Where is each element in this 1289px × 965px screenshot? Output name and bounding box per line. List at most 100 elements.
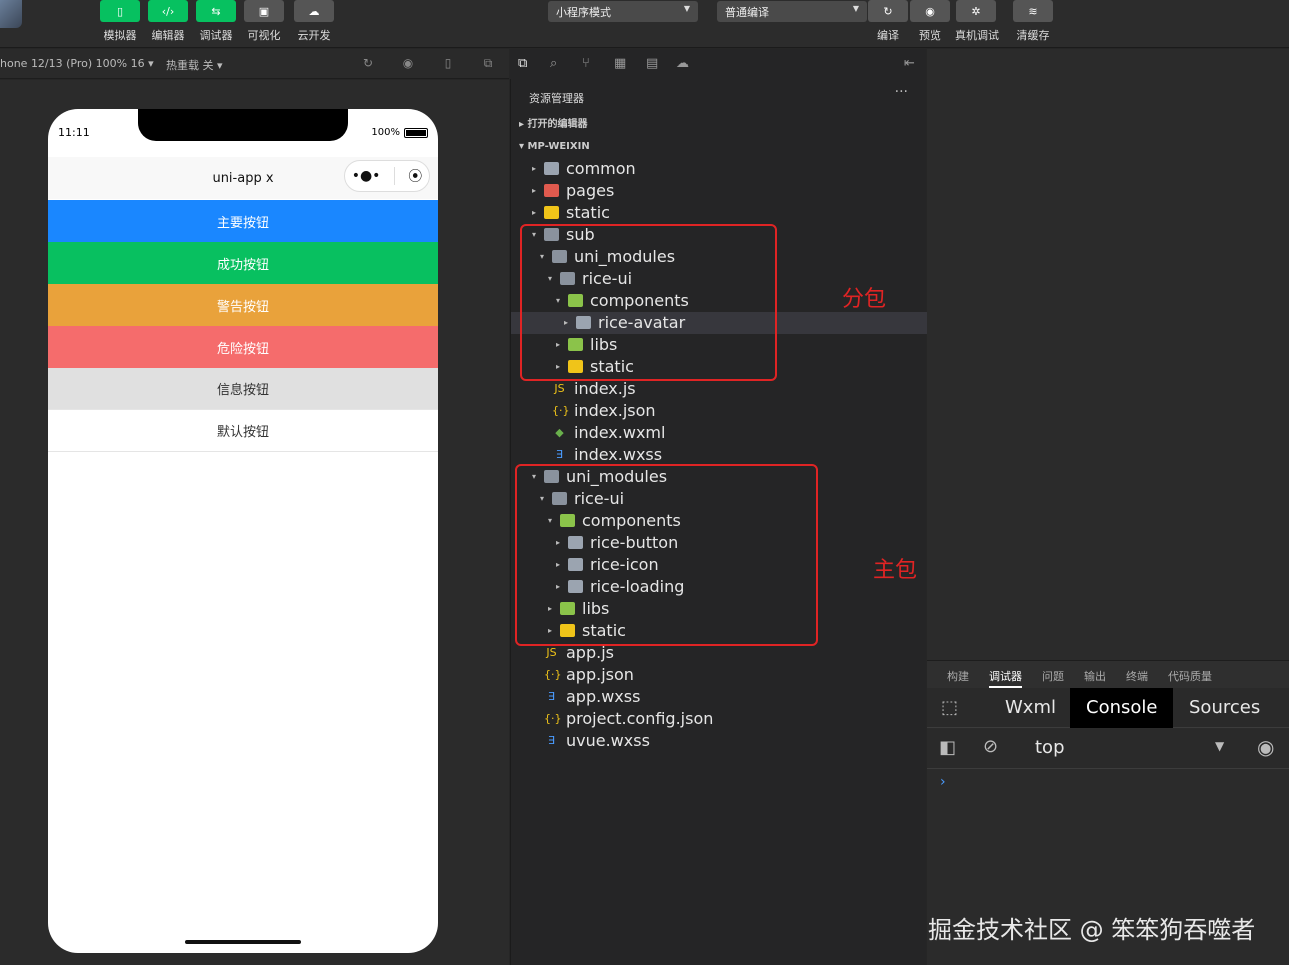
context-select[interactable]: top xyxy=(1035,737,1065,758)
top-toolbar: ▯ 模拟器 ‹/› 编辑器 ⇆ 调试器 ▣ 可视化 ☁ 云开发 小程序模式 ▼ 普通编译 ▼ ↻ 编… xyxy=(0,0,1289,48)
tree-item-label: static xyxy=(566,203,610,222)
toolbar-tool-3[interactable]: ▣ 可视化 xyxy=(243,0,285,43)
battery-icon xyxy=(404,127,428,138)
json-file-icon: {·} xyxy=(544,712,562,725)
collapse-panel-icon[interactable]: ⇤ xyxy=(904,56,915,71)
nav-bar: uni-app x •●• ⦿ xyxy=(48,157,438,199)
sidebar-toggle-icon[interactable]: ◧ xyxy=(939,737,956,758)
main-package-annotation: 主包 xyxy=(873,558,918,583)
toolbar-action-0[interactable]: ↻ 编译 xyxy=(867,0,909,43)
eye-icon[interactable]: ◉ xyxy=(1257,735,1274,759)
tree-item[interactable]: {·} app.json xyxy=(511,664,927,686)
close-circle-icon[interactable]: ⦿ xyxy=(408,166,422,186)
toolbar-action-3[interactable]: ≋ 清缓存 xyxy=(1012,0,1054,43)
more-dots-icon[interactable]: •●• xyxy=(352,168,381,184)
inspect-icon[interactable]: ⬚ xyxy=(941,697,958,718)
search-icon[interactable]: ⌕ xyxy=(550,56,557,71)
devtools-tab[interactable]: 代码质量 xyxy=(1168,668,1212,684)
storage-icon[interactable]: ▤ xyxy=(646,56,658,71)
files-icon[interactable]: ⧉ xyxy=(518,56,527,71)
tree-item[interactable]: ▸ common xyxy=(511,158,927,180)
refresh-icon[interactable]: ↻ xyxy=(868,0,908,22)
phone-icon[interactable]: ▯ xyxy=(100,0,140,22)
tree-item-label: index.js xyxy=(574,379,636,398)
tree-item-label: common xyxy=(566,159,636,178)
tree-item[interactable]: {·} project.config.json xyxy=(511,708,927,730)
toolbar-tool-0[interactable]: ▯ 模拟器 xyxy=(99,0,141,43)
tree-item[interactable]: ◆ index.wxml xyxy=(511,422,927,444)
capsule-divider xyxy=(393,167,395,185)
toolbar-action-1[interactable]: ◉ 预览 xyxy=(909,0,951,43)
chevron-right-icon[interactable]: ▸ xyxy=(529,202,539,224)
record-icon[interactable]: ◉ xyxy=(401,56,415,70)
devtools-tab[interactable]: 调试器 xyxy=(989,668,1022,688)
extensions-icon[interactable]: ▦ xyxy=(614,56,626,71)
toolbar-tool-label: 编辑器 xyxy=(151,29,185,42)
mode-select[interactable]: 小程序模式 ▼ xyxy=(548,1,698,22)
layers-icon[interactable]: ≋ xyxy=(1013,0,1053,22)
code-icon[interactable]: ‹/› xyxy=(148,0,188,22)
project-label: MP-WEIXIN xyxy=(527,141,590,152)
demo-button-4[interactable]: 信息按钮 xyxy=(48,368,438,410)
toolbar-tool-2[interactable]: ⇆ 调试器 xyxy=(195,0,237,43)
demo-button-1[interactable]: 成功按钮 xyxy=(48,242,438,284)
tree-item[interactable]: ∃ app.wxss xyxy=(511,686,927,708)
chevron-down-icon: ▼ xyxy=(852,4,859,13)
capsule-menu[interactable]: •●• ⦿ xyxy=(344,160,430,192)
right-panel xyxy=(927,49,1289,965)
console-prompt[interactable]: › xyxy=(940,774,946,790)
demo-button-2[interactable]: 警告按钮 xyxy=(48,284,438,326)
toolbar-action-label: 清缓存 xyxy=(1016,29,1050,42)
devtools-tab[interactable]: 问题 xyxy=(1042,668,1064,684)
tree-item[interactable]: JS index.js xyxy=(511,378,927,400)
debug-icon[interactable]: ⇆ xyxy=(196,0,236,22)
explorer-title: 资源管理器 xyxy=(529,92,584,105)
bug-icon[interactable]: ✲ xyxy=(956,0,996,22)
chevron-right-icon[interactable]: ▸ xyxy=(529,180,539,202)
tree-item[interactable]: ∃ index.wxss xyxy=(511,444,927,466)
clear-console-icon[interactable]: ⊘ xyxy=(983,736,998,757)
more-icon[interactable]: ··· xyxy=(895,84,908,100)
project-section[interactable]: ▾ MP-WEIXIN xyxy=(511,136,927,158)
chevron-down-icon[interactable]: ▼ xyxy=(1215,739,1224,753)
tree-item[interactable]: ▸ pages xyxy=(511,180,927,202)
console-panel-tab[interactable]: Console xyxy=(1070,688,1174,728)
js-file-icon: JS xyxy=(554,382,565,395)
status-battery: 100% xyxy=(371,127,428,138)
docker-icon[interactable]: ☁ xyxy=(676,56,689,71)
console-panel-tab[interactable]: Wxml xyxy=(989,688,1072,728)
eye-icon[interactable]: ◉ xyxy=(910,0,950,22)
devtools-tab[interactable]: 输出 xyxy=(1084,668,1106,684)
toolbar-action-2[interactable]: ✲ 真机调试 xyxy=(955,0,999,43)
chevron-right-icon[interactable]: ▸ xyxy=(529,158,539,180)
console-toolbar: ◧ ⊘ top ▼ ◉ xyxy=(927,729,1289,769)
user-avatar[interactable] xyxy=(0,0,22,28)
tree-item[interactable]: ∃ uvue.wxss xyxy=(511,730,927,752)
device-select[interactable]: hone 12/13 (Pro) 100% 16 ▾ xyxy=(0,57,154,70)
console-panel-tab[interactable]: Sources xyxy=(1173,688,1276,728)
hot-reload-toggle[interactable]: 热重载 关 ▾ xyxy=(166,57,223,73)
js-file-icon: JS xyxy=(546,646,557,659)
compile-select[interactable]: 普通编译 ▼ xyxy=(717,1,867,22)
devtools-tab[interactable]: 终端 xyxy=(1126,668,1148,684)
rotate-icon[interactable]: ↻ xyxy=(361,56,375,70)
layout-icon[interactable]: ▣ xyxy=(244,0,284,22)
open-editors-section[interactable]: ▸ 打开的编辑器 xyxy=(511,114,927,136)
cloud-icon[interactable]: ☁ xyxy=(294,0,334,22)
git-branch-icon[interactable]: ⑂ xyxy=(582,56,590,71)
demo-button-3[interactable]: 危险按钮 xyxy=(48,326,438,368)
popout-icon[interactable]: ⧉ xyxy=(481,56,495,70)
devtools-tab[interactable]: 构建 xyxy=(947,668,969,684)
tree-item[interactable]: ▸ static xyxy=(511,202,927,224)
demo-button-5[interactable]: 默认按钮 xyxy=(48,410,438,452)
folder-icon xyxy=(544,184,559,197)
toolbar-tool-1[interactable]: ‹/› 编辑器 xyxy=(147,0,189,43)
wxss-file-icon: ∃ xyxy=(556,448,563,461)
toolbar-tool-4[interactable]: ☁ 云开发 xyxy=(293,0,335,43)
demo-button-0[interactable]: 主要按钮 xyxy=(48,200,438,242)
toolbar-tool-label: 调试器 xyxy=(199,29,233,42)
tree-item[interactable]: {·} index.json xyxy=(511,400,927,422)
sub-package-highlight xyxy=(520,224,777,381)
device-icon[interactable]: ▯ xyxy=(441,56,455,70)
mode-select-value: 小程序模式 xyxy=(556,6,611,19)
